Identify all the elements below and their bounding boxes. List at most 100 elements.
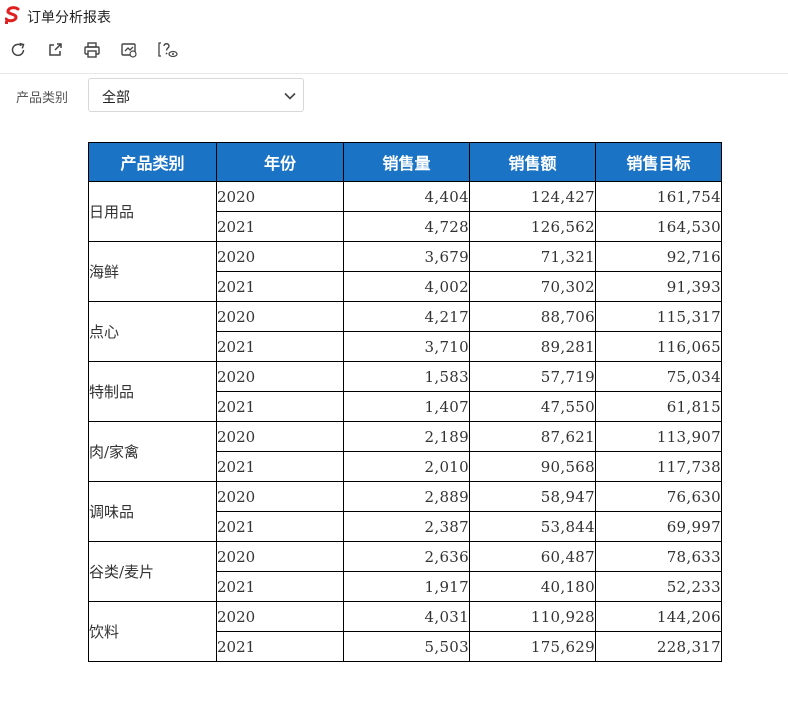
refresh-button[interactable]	[8, 40, 28, 60]
export-icon	[121, 43, 137, 58]
target-cell: 144,206	[595, 601, 722, 632]
target-cell: 69,997	[595, 511, 722, 542]
category-cell: 调味品	[88, 481, 217, 542]
help-button[interactable]	[156, 40, 180, 60]
target-cell: 161,754	[595, 181, 722, 212]
quantity-cell: 3,710	[343, 331, 470, 362]
category-cell: 日用品	[88, 181, 217, 242]
target-cell: 91,393	[595, 271, 722, 302]
target-cell: 61,815	[595, 391, 722, 422]
open-new-window-button[interactable]	[45, 40, 65, 60]
year-cell: 2021	[216, 511, 344, 542]
category-select-value: 全部	[102, 90, 130, 106]
table-row: 调味品 2020 2,889 58,947 76,630	[88, 481, 722, 542]
column-header-year: 年份	[216, 142, 344, 182]
year-cell: 2020	[216, 361, 344, 392]
amount-cell: 40,180	[469, 571, 596, 602]
category-select[interactable]: 全部	[88, 78, 304, 112]
amount-cell: 87,621	[469, 421, 596, 452]
table-row: 饮料 2020 4,031 110,928 144,206	[88, 601, 722, 662]
amount-cell: 70,302	[469, 271, 596, 302]
target-cell: 113,907	[595, 421, 722, 452]
refresh-icon	[11, 42, 25, 57]
year-cell: 2020	[216, 241, 344, 272]
target-cell: 164,530	[595, 211, 722, 242]
target-cell: 117,738	[595, 451, 722, 482]
amount-cell: 47,550	[469, 391, 596, 422]
amount-cell: 58,947	[469, 481, 596, 512]
sales-report-table: 产品类别 年份 销售量 销售额 销售目标 日用品 2020 4,404 124,427…	[88, 142, 722, 662]
target-cell: 228,317	[595, 631, 722, 662]
quantity-cell: 1,407	[343, 391, 470, 422]
amount-cell: 88,706	[469, 301, 596, 332]
quantity-cell: 1,917	[343, 571, 470, 602]
target-cell: 75,034	[595, 361, 722, 392]
category-cell: 肉/家禽	[88, 421, 217, 482]
column-header-amount: 销售额	[469, 142, 596, 182]
column-header-target: 销售目标	[595, 142, 722, 182]
help-icon	[158, 42, 178, 58]
table-row: 点心 2020 4,217 88,706 115,317	[88, 301, 722, 362]
year-cell: 2020	[216, 481, 344, 512]
quantity-cell: 5,503	[343, 631, 470, 662]
print-button[interactable]	[82, 40, 102, 60]
table-row: 日用品 2020 4,404 124,427 161,754	[88, 181, 722, 242]
target-cell: 76,630	[595, 481, 722, 512]
table-header-row: 产品类别 年份 销售量 销售额 销售目标	[88, 142, 722, 182]
table-row: 特制品 2020 1,583 57,719 75,034	[88, 361, 722, 422]
year-cell: 2020	[216, 301, 344, 332]
quantity-cell: 4,002	[343, 271, 470, 302]
column-header-quantity: 销售量	[343, 142, 470, 182]
year-cell: 2020	[216, 601, 344, 632]
year-cell: 2021	[216, 391, 344, 422]
external-link-icon	[49, 43, 62, 56]
export-button[interactable]	[119, 40, 139, 60]
chevron-down-icon	[284, 92, 296, 100]
year-cell: 2021	[216, 271, 344, 302]
year-cell: 2020	[216, 541, 344, 572]
category-cell: 特制品	[88, 361, 217, 422]
table-row: 海鲜 2020 3,679 71,321 92,716	[88, 241, 722, 302]
amount-cell: 90,568	[469, 451, 596, 482]
target-cell: 115,317	[595, 301, 722, 332]
app-logo-icon	[4, 6, 21, 24]
year-cell: 2021	[216, 331, 344, 362]
year-cell: 2020	[216, 181, 344, 212]
table-row: 肉/家禽 2020 2,189 87,621 113,907	[88, 421, 722, 482]
amount-cell: 53,844	[469, 511, 596, 542]
print-icon	[84, 42, 100, 58]
year-cell: 2021	[216, 571, 344, 602]
year-cell: 2020	[216, 421, 344, 452]
column-header-category: 产品类别	[88, 142, 217, 182]
quantity-cell: 2,636	[343, 541, 470, 572]
toolbar-divider	[0, 73, 788, 74]
target-cell: 92,716	[595, 241, 722, 272]
amount-cell: 57,719	[469, 361, 596, 392]
quantity-cell: 2,010	[343, 451, 470, 482]
amount-cell: 60,487	[469, 541, 596, 572]
quantity-cell: 3,679	[343, 241, 470, 272]
amount-cell: 175,629	[469, 631, 596, 662]
amount-cell: 126,562	[469, 211, 596, 242]
filter-label: 产品类别	[16, 91, 69, 106]
amount-cell: 89,281	[469, 331, 596, 362]
quantity-cell: 4,728	[343, 211, 470, 242]
category-cell: 点心	[88, 301, 217, 362]
table-row: 谷类/麦片 2020 2,636 60,487 78,633	[88, 541, 722, 602]
quantity-cell: 1,583	[343, 361, 470, 392]
report-title: 订单分析报表	[27, 10, 111, 26]
target-cell: 116,065	[595, 331, 722, 362]
category-cell: 谷类/麦片	[88, 541, 217, 602]
year-cell: 2021	[216, 211, 344, 242]
year-cell: 2021	[216, 631, 344, 662]
quantity-cell: 4,217	[343, 301, 470, 332]
year-cell: 2021	[216, 451, 344, 482]
quantity-cell: 4,031	[343, 601, 470, 632]
title-bar: 订单分析报表	[0, 0, 788, 32]
target-cell: 78,633	[595, 541, 722, 572]
amount-cell: 110,928	[469, 601, 596, 632]
category-cell: 海鲜	[88, 241, 217, 302]
category-cell: 饮料	[88, 601, 217, 662]
quantity-cell: 2,189	[343, 421, 470, 452]
target-cell: 52,233	[595, 571, 722, 602]
